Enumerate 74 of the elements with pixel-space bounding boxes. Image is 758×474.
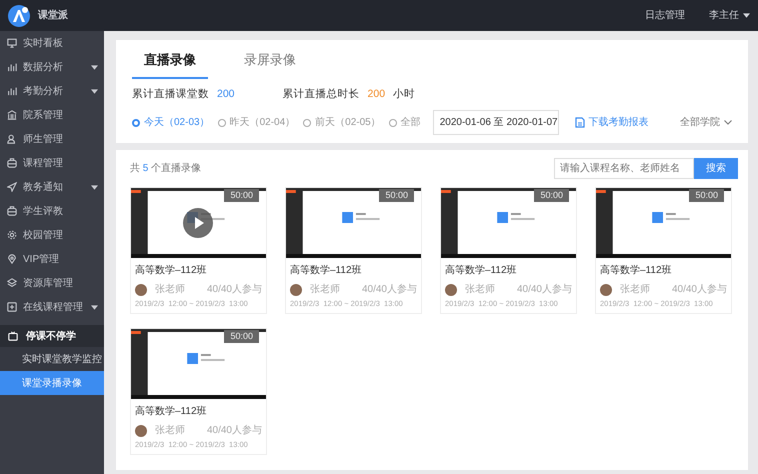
video-title: 高等数学–112班 <box>290 264 363 278</box>
attendance-count: 40/40人参与 <box>362 282 417 298</box>
menu-item[interactable]: VIP管理 <box>0 247 104 271</box>
gear-icon <box>7 230 17 240</box>
tab[interactable]: 直播录像 <box>132 48 208 78</box>
caret-icon <box>743 13 750 18</box>
duration-label: 50:00 <box>224 189 259 202</box>
college-dropdown[interactable]: 全部学院 <box>680 115 732 130</box>
logo-icon <box>8 4 30 26</box>
attendance-count: 40/40人参与 <box>206 282 262 298</box>
attendance-count: 40/40人参与 <box>206 424 262 438</box>
menu-item[interactable]: 教务通知 <box>0 175 104 199</box>
avatar <box>135 284 147 296</box>
attendance-count: 40/40人参与 <box>516 282 572 298</box>
submenu-item[interactable]: 实时课堂教学监控 <box>0 347 104 371</box>
submenu-item[interactable]: 课堂录播录像 <box>0 371 104 395</box>
tv-icon <box>8 331 18 341</box>
menu-item[interactable]: 考勤分析 <box>0 79 104 103</box>
tab[interactable]: 录屏录像 <box>232 48 308 78</box>
bar-chart-icon <box>7 62 17 72</box>
teacher-name: 张老师 <box>465 282 495 298</box>
avatar <box>135 424 147 436</box>
bar-chart-icon <box>7 86 17 96</box>
menu-item[interactable]: 师生管理 <box>0 127 104 151</box>
briefcase-icon <box>7 158 17 168</box>
menu-item[interactable]: 课程管理 <box>0 151 104 175</box>
teacher-name: 张老师 <box>155 282 185 298</box>
menu-item[interactable]: 院系管理 <box>0 103 104 127</box>
menu-item[interactable]: 校园管理 <box>0 223 104 247</box>
result-count: 共 5 个直播录像 <box>130 162 202 176</box>
menu-item[interactable]: 学生评教 <box>0 199 104 223</box>
brand-name: 课堂派 <box>38 8 68 23</box>
menu-item[interactable]: 资源库管理 <box>0 271 104 295</box>
add-box-icon <box>7 302 17 312</box>
teacher-name: 张老师 <box>620 282 650 298</box>
duration-label: 50:00 <box>224 330 259 343</box>
video-title: 高等数学–112班 <box>600 264 673 278</box>
layers-icon <box>7 278 17 288</box>
pin-icon <box>7 254 17 264</box>
avatar <box>600 284 612 296</box>
download-link[interactable]: 下载考勤报表 <box>574 115 649 130</box>
stat-label: 累计直播总时长 <box>282 86 360 102</box>
teacher-name: 张老师 <box>310 282 340 298</box>
avatar <box>290 284 302 296</box>
radio-option[interactable]: 今天（02-03） <box>132 115 210 130</box>
avatar <box>445 284 457 296</box>
monitor-icon <box>7 38 17 48</box>
paper-plane-icon <box>7 182 17 192</box>
video-title: 高等数学–112班 <box>445 264 518 278</box>
building-icon <box>7 110 17 120</box>
user-menu[interactable]: 李主任 <box>709 8 750 23</box>
menu-item[interactable]: 实时看板 <box>0 31 104 55</box>
date-range-field[interactable]: 2020-01-06 至 2020-01-07 <box>432 110 559 136</box>
teacher-name: 张老师 <box>155 424 185 438</box>
menu-item[interactable]: 在线课程管理 <box>0 295 104 319</box>
briefcase-icon <box>7 206 17 216</box>
menu-item[interactable]: 数据分析 <box>0 55 104 79</box>
video-title: 高等数学–112班 <box>135 264 208 278</box>
document-icon <box>574 117 585 128</box>
search-field[interactable]: 请输入课程名称、老师姓名 <box>554 158 694 180</box>
search-button[interactable]: 搜索 <box>694 158 738 180</box>
attendance-count: 40/40人参与 <box>672 282 727 298</box>
duration-label: 50:00 <box>689 189 724 202</box>
log-link[interactable]: 日志管理 <box>645 8 685 23</box>
user-icon <box>7 134 17 144</box>
stat-value: 200 <box>217 86 235 102</box>
chevron-down-icon <box>724 120 732 126</box>
video-title: 高等数学–112班 <box>135 404 208 419</box>
stat-value: 200 <box>368 86 386 102</box>
menu-group[interactable]: 停课不停学 <box>0 325 104 347</box>
stat-label: 累计直播课堂数 <box>132 86 209 102</box>
duration-label: 50:00 <box>379 189 414 202</box>
duration-label: 50:00 <box>534 189 569 202</box>
stat-unit: 小时 <box>393 86 416 102</box>
